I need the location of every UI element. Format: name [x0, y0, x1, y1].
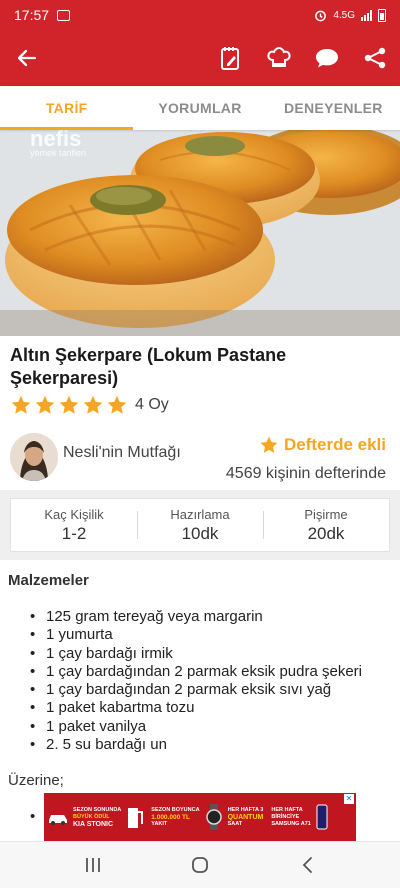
info-label: Pişirme	[304, 506, 348, 522]
ingredients-list: 125 gram tereyağ veya margarin 1 yumurta…	[30, 608, 390, 755]
ad-text: BİRİNCİYE	[271, 813, 300, 820]
recipe-photo[interactable]: nefis yemek tarifleri	[0, 130, 400, 336]
ad-text: SAAT	[227, 820, 243, 827]
saved-to-notebook-button[interactable]: Defterde ekli	[259, 435, 386, 455]
info-servings: Kaç Kişilik 1-2	[11, 499, 137, 551]
gallery-notification-icon	[57, 9, 71, 21]
list-item: 125 gram tereyağ veya margarin	[30, 608, 390, 627]
list-item: 1 paket vanilya	[30, 718, 390, 737]
battery-icon	[378, 8, 386, 22]
phone-icon	[316, 804, 328, 830]
star-icon	[83, 395, 103, 414]
notepad-pencil-icon	[221, 47, 239, 70]
ad-block: SEZON SONUNDA BÜYÜK ÖDÜL KIA STONIC	[69, 793, 125, 841]
list-item-bullet: •	[30, 808, 36, 825]
shopping-list-button[interactable]	[212, 38, 250, 78]
ad-text: QUANTUM	[227, 813, 264, 821]
star-icon	[59, 395, 79, 414]
recipe-info-card: Kaç Kişilik 1-2 Hazırlama 10dk Pişirme 2…	[10, 498, 390, 552]
recipe-rating[interactable]: 4 Oy	[10, 394, 169, 416]
ad-block: HER HAFTA BİRİNCİYE SAMSUNG A71	[267, 793, 315, 841]
list-item: 1 çay bardağından 2 parmak eksik sıvı ya…	[30, 681, 390, 700]
saved-label: Defterde ekli	[283, 435, 386, 454]
topping-heading: Üzerine;	[8, 772, 64, 789]
back-button[interactable]	[0, 30, 54, 86]
star-icon	[11, 395, 31, 414]
ad-text: HER HAFTA	[271, 806, 303, 813]
info-label: Kaç Kişilik	[44, 506, 104, 522]
home-button[interactable]	[180, 845, 220, 885]
car-icon	[49, 815, 67, 825]
ad-block: HER HAFTA 3 QUANTUM SAAT	[224, 793, 268, 841]
ad-text: 1.000.000 TL	[151, 813, 190, 821]
list-item: 2. 5 su bardağı un	[30, 736, 390, 755]
tab-bar: TARİF YORUMLAR DENEYENLER	[0, 86, 400, 130]
info-value: 1-2	[61, 523, 87, 543]
fuel-pump-icon	[128, 808, 144, 828]
list-item: 1 çay bardağı irmik	[30, 645, 390, 664]
share-icon	[364, 47, 386, 69]
rating-count: 4 Oy	[135, 396, 169, 413]
ad-text: HER HAFTA 3	[227, 806, 264, 813]
recent-apps-icon	[86, 858, 101, 872]
ad-text: SAMSUNG A71	[271, 820, 311, 827]
chevron-left-icon	[302, 857, 312, 873]
info-prep-time: Hazırlama 10dk	[137, 499, 263, 551]
author-photo	[10, 433, 58, 481]
app-bar	[0, 30, 400, 86]
chef-hat-icon	[267, 46, 291, 67]
info-label: Hazırlama	[170, 506, 230, 522]
ad-text: YAKIT	[151, 820, 168, 827]
signal-icon	[361, 9, 372, 21]
ad-close-icon[interactable]: ✕	[344, 794, 354, 804]
ingredients-heading: Malzemeler	[8, 572, 89, 589]
status-bar: 17:57 4.5G	[0, 0, 400, 30]
list-item: 1 paket kabartma tozu	[30, 699, 390, 718]
ad-banner[interactable]: SEZON SONUNDA BÜYÜK ÖDÜL KIA STONIC SEZO…	[44, 793, 356, 841]
star-icon	[35, 395, 55, 414]
tab-comments[interactable]: YORUMLAR	[133, 86, 266, 130]
list-item: 1 çay bardağından 2 parmak eksik pudra ş…	[30, 663, 390, 682]
alarm-icon	[315, 10, 327, 21]
ad-text: BÜYÜK ÖDÜL	[73, 813, 110, 820]
list-item: 1 yumurta	[30, 626, 390, 645]
info-value: 10dk	[181, 523, 219, 543]
recent-apps-button[interactable]	[73, 845, 113, 885]
ad-block: SEZON BOYUNCA 1.000.000 TL YAKIT	[147, 793, 203, 841]
system-nav-bar	[0, 841, 400, 888]
ad-text: SEZON BOYUNCA	[151, 806, 200, 813]
recipe-title: Altın Şekerpare (Lokum Pastane Şekerpare…	[10, 345, 287, 388]
network-type: 4.5G	[333, 9, 355, 21]
back-arrow-icon	[17, 49, 37, 67]
tab-tried[interactable]: DENEYENLER	[267, 86, 400, 130]
comment-button[interactable]	[308, 38, 346, 78]
recipe-info-section: Kaç Kişilik 1-2 Hazırlama 10dk Pişirme 2…	[0, 490, 400, 560]
star-icon	[260, 436, 278, 453]
status-indicators: 4.5G	[314, 8, 386, 22]
home-icon	[192, 857, 208, 873]
tab-recipe[interactable]: TARİF	[0, 86, 134, 130]
star-icon	[107, 395, 127, 414]
author-name[interactable]: Nesli'nin Mutfağı	[63, 444, 181, 462]
watch-icon	[205, 804, 222, 830]
ad-text: KIA STONIC	[73, 820, 114, 828]
watermark-subtitle: yemek tarifleri	[30, 148, 87, 158]
avatar[interactable]	[10, 433, 58, 481]
ad-text: SEZON SONUNDA	[73, 806, 122, 813]
status-time: 17:57	[14, 7, 50, 23]
info-cook-time: Pişirme 20dk	[263, 499, 389, 551]
info-value: 20dk	[307, 523, 345, 543]
sekerpare-illustration	[0, 130, 400, 336]
chat-bubble-icon	[316, 49, 338, 68]
system-back-button[interactable]	[287, 845, 327, 885]
chef-button[interactable]	[260, 38, 298, 78]
author-row: Nesli'nin Mutfağı Defterde ekli 4569 kiş…	[10, 432, 390, 484]
saved-count: 4569 kişinin defterinde	[225, 465, 386, 482]
share-button[interactable]	[356, 38, 394, 78]
